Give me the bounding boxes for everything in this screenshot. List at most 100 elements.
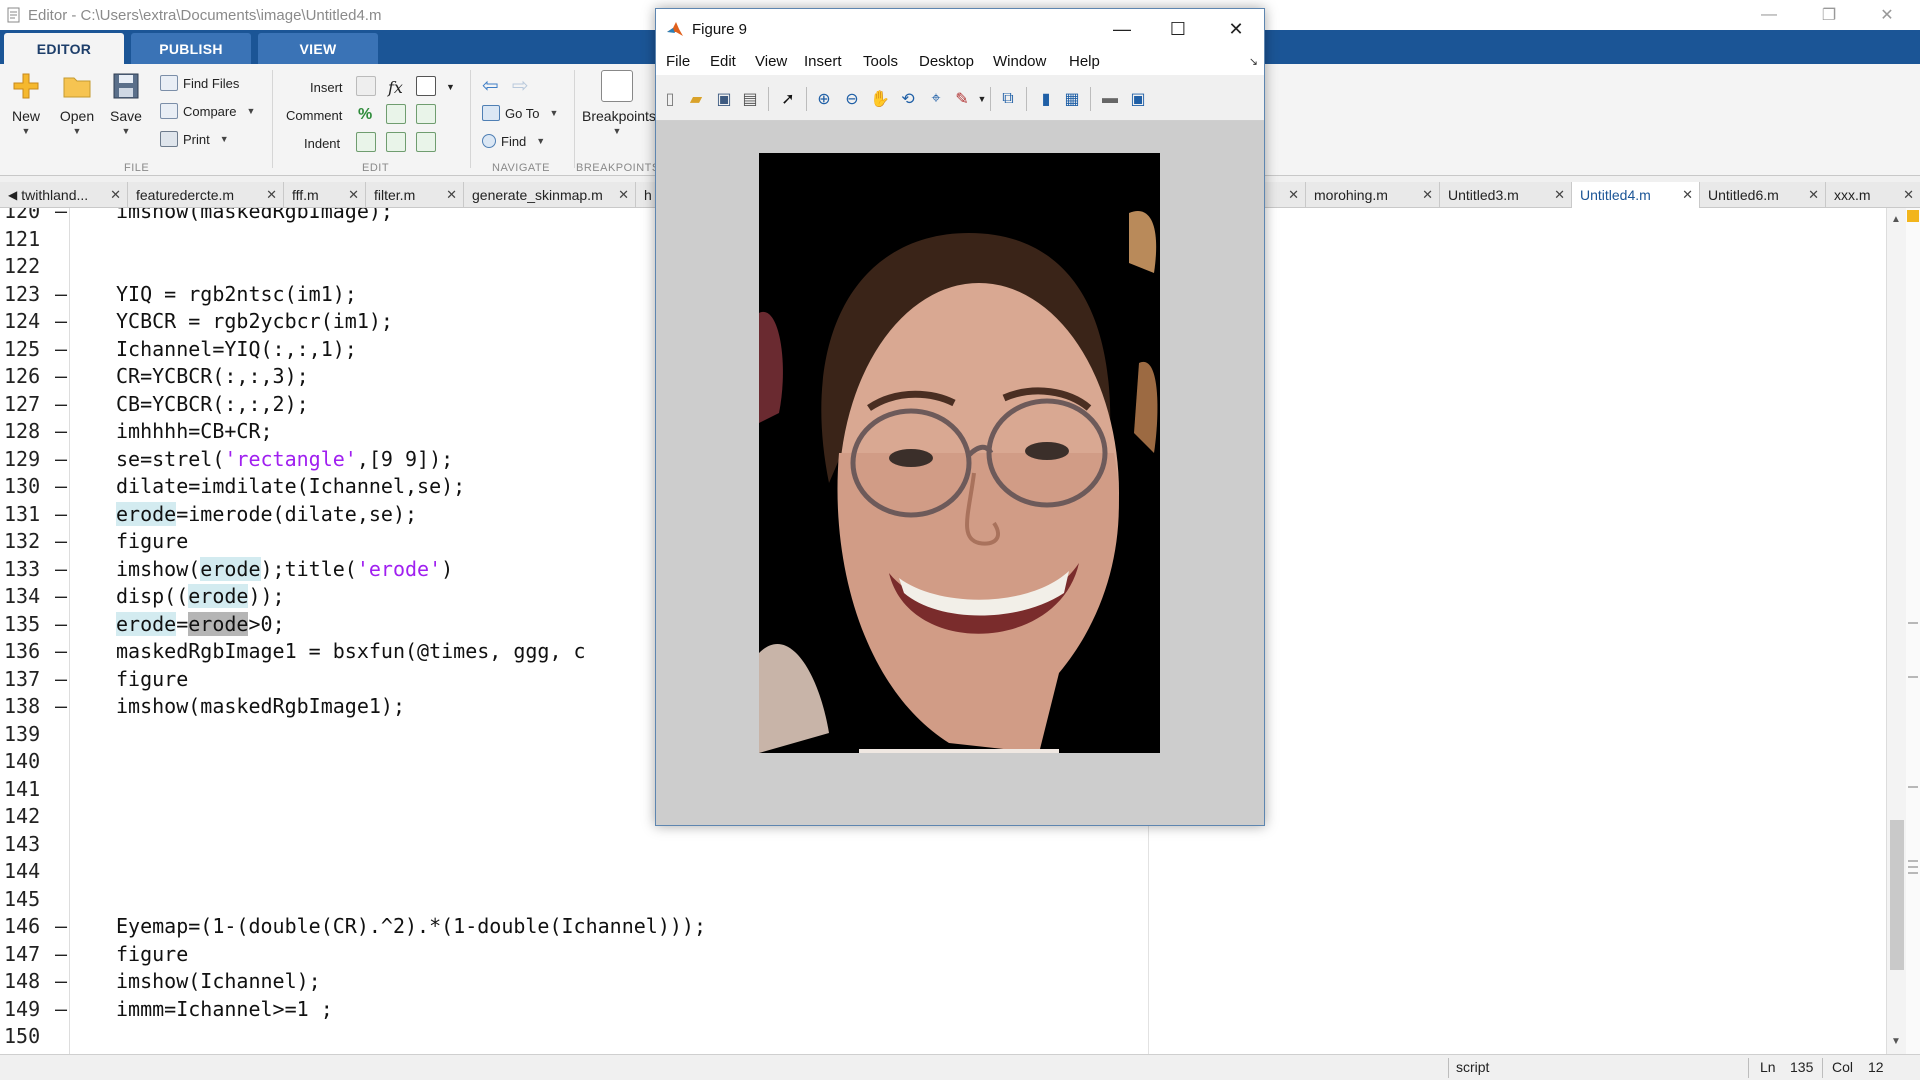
- doc-tab[interactable]: morohing.m ✕: [1306, 182, 1440, 208]
- legend-icon[interactable]: ▦: [1062, 89, 1082, 109]
- edit-plot-arrow-icon[interactable]: ➚: [778, 89, 798, 109]
- code-line[interactable]: 146– Eyemap=(1-(double(CR).^2).*(1-double…: [0, 913, 1200, 941]
- breakpoint-dash[interactable]: –: [55, 913, 67, 941]
- tab-publish[interactable]: PUBLISH: [131, 33, 251, 64]
- breakpoint-dash[interactable]: –: [55, 666, 67, 694]
- close-tab-icon[interactable]: ✕: [1554, 187, 1565, 203]
- code-line[interactable]: 148– imshow(Ichannel);: [0, 968, 1200, 996]
- menu-help[interactable]: Help: [1069, 53, 1100, 70]
- breakpoint-dash[interactable]: –: [55, 446, 67, 474]
- doc-tab[interactable]: xxx.m ✕: [1826, 182, 1920, 208]
- breakpoint-dash[interactable]: –: [55, 473, 67, 501]
- zoom-in-icon[interactable]: ⊕: [814, 89, 834, 109]
- code-line[interactable]: 145: [0, 886, 1200, 914]
- breakpoint-dash[interactable]: –: [55, 528, 67, 556]
- close-tab-icon[interactable]: ✕: [348, 187, 359, 203]
- save-figure-icon[interactable]: ▣: [714, 89, 734, 109]
- doc-tab[interactable]: fff.m ✕: [284, 182, 366, 208]
- print-button[interactable]: Print ▼: [160, 128, 229, 150]
- new-figure-icon[interactable]: ▯: [660, 89, 680, 109]
- pan-hand-icon[interactable]: ✋: [870, 89, 890, 109]
- decrease-indent-icon[interactable]: [386, 132, 406, 152]
- doc-tab[interactable]: h: [636, 182, 656, 208]
- breakpoint-dash[interactable]: –: [55, 501, 67, 529]
- scroll-left-icon[interactable]: ◀: [8, 188, 17, 202]
- close-tab-icon[interactable]: ✕: [1903, 187, 1914, 203]
- insert-button[interactable]: Insert: [310, 76, 343, 98]
- code-line[interactable]: 150: [0, 1023, 1200, 1051]
- warning-mark[interactable]: [1908, 866, 1918, 868]
- insert-section-icon[interactable]: [356, 76, 376, 96]
- breakpoint-dash[interactable]: –: [55, 941, 67, 969]
- close-tab-icon[interactable]: ✕: [1288, 187, 1299, 203]
- uncomment-icon[interactable]: [386, 104, 406, 124]
- brush-dropdown-icon[interactable]: ▼: [972, 89, 992, 109]
- tab-view[interactable]: VIEW: [258, 33, 378, 64]
- minimize-icon[interactable]: —: [1746, 0, 1792, 30]
- goto-button[interactable]: Go To ▼: [482, 102, 558, 124]
- hide-plot-tools-icon[interactable]: ▬: [1100, 89, 1120, 109]
- doc-tab[interactable]: Untitled6.m ✕: [1700, 182, 1826, 208]
- doc-tab[interactable]: filter.m ✕: [366, 182, 464, 208]
- save-button[interactable]: Save ▼: [104, 70, 148, 136]
- breakpoint-dash[interactable]: –: [55, 336, 67, 364]
- breakpoint-dash[interactable]: –: [55, 611, 67, 639]
- figure-maximize-icon[interactable]: ☐: [1150, 9, 1206, 49]
- tab-editor[interactable]: EDITOR: [4, 33, 124, 64]
- warning-mark[interactable]: [1908, 676, 1918, 678]
- rotate-3d-icon[interactable]: ⟲: [898, 89, 918, 109]
- scroll-down-icon[interactable]: ▼: [1891, 1036, 1901, 1047]
- close-tab-icon[interactable]: ✕: [1682, 187, 1693, 203]
- print-figure-icon[interactable]: ▤: [740, 89, 760, 109]
- compare-button[interactable]: Compare ▼: [160, 100, 255, 122]
- breakpoint-dash[interactable]: –: [55, 281, 67, 309]
- close-tab-icon[interactable]: ✕: [266, 187, 277, 203]
- breakpoint-dash[interactable]: –: [55, 968, 67, 996]
- comment-button[interactable]: Comment: [286, 104, 342, 126]
- menu-insert[interactable]: Insert: [804, 53, 842, 70]
- increase-indent-icon[interactable]: [416, 132, 436, 152]
- menu-desktop[interactable]: Desktop: [919, 53, 974, 70]
- data-cursor-icon[interactable]: ⌖: [926, 89, 946, 109]
- brush-icon[interactable]: ✎: [952, 89, 972, 109]
- fx-button[interactable]: fx: [388, 76, 403, 98]
- zoom-out-icon[interactable]: ⊖: [842, 89, 862, 109]
- code-line[interactable]: 149– immm=Ichannel>=1 ;: [0, 996, 1200, 1024]
- breakpoint-dash[interactable]: –: [55, 418, 67, 446]
- doc-tab-active[interactable]: Untitled4.m ✕: [1572, 182, 1700, 208]
- open-file-icon[interactable]: ▰: [686, 89, 706, 109]
- colorbar-icon[interactable]: ▮: [1036, 89, 1056, 109]
- new-button[interactable]: New ▼: [4, 70, 48, 136]
- smart-indent-icon[interactable]: [356, 132, 376, 152]
- show-plot-tools-icon[interactable]: ▣: [1128, 89, 1148, 109]
- code-line[interactable]: 147– figure: [0, 941, 1200, 969]
- find-files-button[interactable]: Find Files: [160, 72, 239, 94]
- breakpoint-dash[interactable]: –: [55, 693, 67, 721]
- link-plot-icon[interactable]: ⧉: [998, 89, 1018, 109]
- close-tab-icon[interactable]: ✕: [110, 187, 121, 203]
- warning-indicator-icon[interactable]: [1907, 210, 1919, 222]
- close-tab-icon[interactable]: ✕: [1808, 187, 1819, 203]
- wrap-comments-icon[interactable]: [416, 104, 436, 124]
- breakpoint-dash[interactable]: –: [55, 556, 67, 584]
- menu-tools[interactable]: Tools: [863, 53, 898, 70]
- figure-close-icon[interactable]: ✕: [1208, 9, 1264, 49]
- breakpoint-dash[interactable]: –: [55, 363, 67, 391]
- doc-tab[interactable]: featuredercte.m ✕: [128, 182, 284, 208]
- doc-tab[interactable]: ◀ twithland... ✕: [0, 182, 128, 208]
- insert-function-icon[interactable]: [416, 76, 436, 96]
- code-line[interactable]: 144: [0, 858, 1200, 886]
- indent-button[interactable]: Indent: [304, 132, 340, 154]
- scroll-up-icon[interactable]: ▲: [1891, 214, 1901, 225]
- forward-arrow-icon[interactable]: ⇨: [512, 74, 529, 97]
- doc-tab[interactable]: generate_skinmap.m ✕: [464, 182, 636, 208]
- menu-edit[interactable]: Edit: [710, 53, 736, 70]
- close-icon[interactable]: ✕: [1864, 0, 1910, 30]
- warning-mark[interactable]: [1908, 786, 1918, 788]
- breakpoint-dash[interactable]: –: [55, 391, 67, 419]
- warning-mark[interactable]: [1908, 860, 1918, 862]
- open-button[interactable]: Open ▼: [55, 70, 99, 136]
- doc-tab[interactable]: Untitled3.m ✕: [1440, 182, 1572, 208]
- menu-file[interactable]: File: [666, 53, 690, 70]
- percent-comment-icon[interactable]: %: [358, 104, 372, 126]
